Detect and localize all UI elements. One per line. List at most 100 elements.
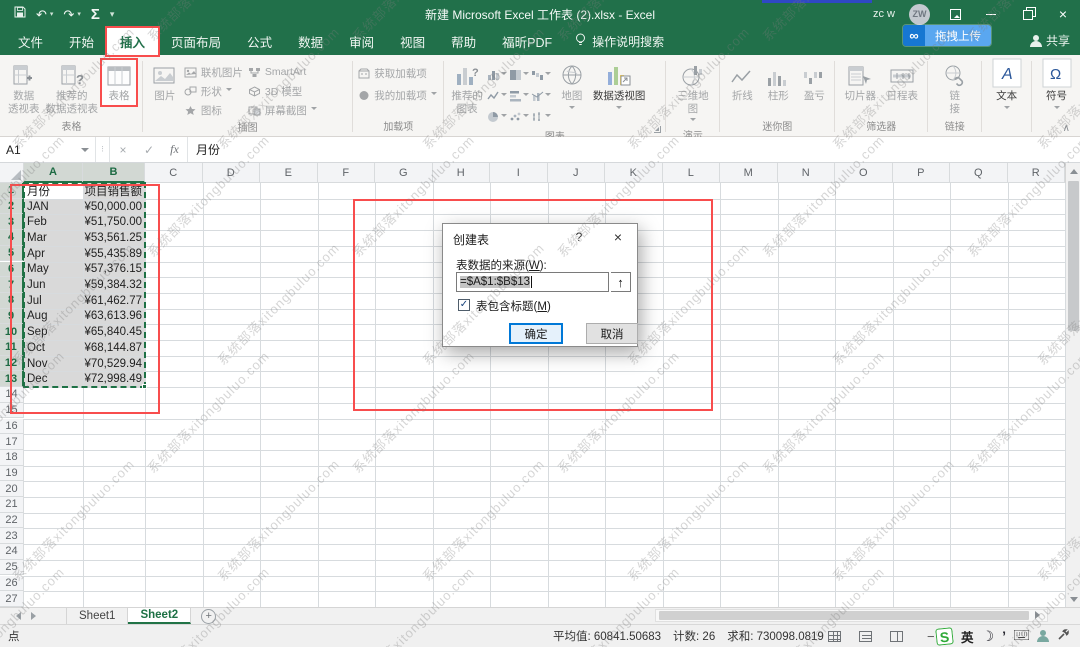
row-header[interactable]: 17 xyxy=(0,434,24,450)
cell[interactable]: Nov xyxy=(24,356,83,372)
ime-language-indicator[interactable]: 英 xyxy=(961,627,974,646)
redo-icon[interactable]: ↷ xyxy=(63,8,74,21)
tab-page-layout[interactable]: 页面布局 xyxy=(158,28,234,55)
cell[interactable]: Feb xyxy=(24,214,83,230)
charts-dialog-launcher-icon[interactable] xyxy=(654,126,661,133)
tab-insert[interactable]: 插入 xyxy=(107,28,158,55)
tab-data[interactable]: 数据 xyxy=(285,28,336,55)
row-header[interactable]: 25 xyxy=(0,560,24,576)
column-header[interactable]: J xyxy=(548,163,606,183)
row-header[interactable]: 8 xyxy=(0,293,24,309)
new-sheet-icon[interactable]: + xyxy=(201,609,216,624)
column-header[interactable]: D xyxy=(203,163,261,183)
maps-button[interactable]: 地图 xyxy=(555,60,589,114)
cell[interactable]: Apr xyxy=(24,246,83,262)
timeline-button[interactable]: 日程表 xyxy=(885,60,921,105)
vertical-scrollbar[interactable] xyxy=(1065,163,1080,607)
confirm-entry-icon[interactable]: ✓ xyxy=(136,137,162,162)
get-addins-button[interactable]: 获取加载项 xyxy=(358,65,427,81)
dialog-close-icon[interactable]: × xyxy=(607,228,629,246)
cell[interactable]: JAN xyxy=(24,199,83,215)
row-header[interactable]: 27 xyxy=(0,591,24,607)
column-header[interactable]: F xyxy=(318,163,376,183)
row-header[interactable]: 21 xyxy=(0,497,24,513)
screenshot-button[interactable]: 屏幕截图 xyxy=(248,102,318,118)
cancel-button[interactable]: 取消 xyxy=(586,323,638,344)
cell[interactable]: Aug xyxy=(24,309,83,325)
cell[interactable]: Mar xyxy=(24,230,83,246)
ribbon-display-options-icon[interactable] xyxy=(944,3,966,25)
sparkline-line-button[interactable]: 折线 xyxy=(725,60,759,105)
zoom-out-icon[interactable]: − xyxy=(927,629,935,644)
cell[interactable]: ¥59,384.32 xyxy=(83,277,145,293)
cell[interactable]: ¥72,998.49 xyxy=(83,371,145,387)
3d-models-button[interactable]: 3D 模型 xyxy=(248,83,318,99)
column-header[interactable]: P xyxy=(893,163,951,183)
icons-button[interactable]: 图标 xyxy=(184,102,246,118)
cell[interactable]: ¥57,376.15 xyxy=(83,262,145,278)
minimize-button[interactable] xyxy=(980,3,1002,25)
save-icon[interactable] xyxy=(14,5,26,23)
bar-chart-button[interactable] xyxy=(509,85,531,106)
recommended-pivottables-button[interactable]: ? 推荐的 数据透视表 xyxy=(44,60,101,117)
symbols-menu-button[interactable]: Ω 符号 xyxy=(1040,60,1074,114)
column-header[interactable]: L xyxy=(663,163,721,183)
ime-keyboard-icon[interactable] xyxy=(1014,630,1029,643)
row-header[interactable]: 26 xyxy=(0,576,24,592)
collapse-dialog-icon[interactable]: ↑ xyxy=(611,272,631,292)
pivottable-button[interactable]: 数据 透视表 xyxy=(6,60,42,117)
pictures-button[interactable]: 图片 xyxy=(148,60,182,105)
row-header[interactable]: 12 xyxy=(0,356,24,372)
stock-chart-button[interactable] xyxy=(531,106,553,127)
has-headers-checkbox[interactable]: ✓ xyxy=(458,299,470,311)
row-header[interactable]: 22 xyxy=(0,513,24,529)
drag-upload-button[interactable]: ∞ 拖拽上传 xyxy=(903,25,991,46)
row-header[interactable]: 11 xyxy=(0,340,24,356)
cell[interactable]: ¥53,561.25 xyxy=(83,230,145,246)
pivotchart-button[interactable]: 数据透视图 xyxy=(591,60,648,114)
column-header[interactable]: M xyxy=(720,163,778,183)
scroll-right-icon[interactable] xyxy=(1035,611,1044,619)
cell[interactable]: Oct xyxy=(24,340,83,356)
formula-bar-handle[interactable]: ⁝ xyxy=(96,137,110,162)
dialog-help-icon[interactable]: ? xyxy=(571,230,587,244)
column-chart-button[interactable] xyxy=(487,64,509,85)
ime-profile-icon[interactable] xyxy=(1037,630,1049,642)
tab-view[interactable]: 视图 xyxy=(387,28,438,55)
column-header[interactable]: E xyxy=(260,163,318,183)
tab-help[interactable]: 帮助 xyxy=(438,28,489,55)
row-header[interactable]: 24 xyxy=(0,544,24,560)
table-button[interactable]: 表格 xyxy=(102,60,136,105)
table-source-input[interactable]: =$A$1:$B$13 xyxy=(456,272,609,292)
column-header[interactable]: G xyxy=(375,163,433,183)
cancel-entry-icon[interactable]: × xyxy=(110,137,136,162)
column-header[interactable]: R xyxy=(1008,163,1066,183)
slicer-button[interactable]: 切片器 xyxy=(843,60,879,105)
cell[interactable]: ¥68,144.87 xyxy=(83,340,145,356)
sparkline-winloss-button[interactable]: 盈亏 xyxy=(797,60,831,105)
customize-qat-icon[interactable]: ▾ xyxy=(110,10,115,19)
line-chart-button[interactable] xyxy=(487,85,509,106)
hierarchy-chart-button[interactable] xyxy=(509,64,531,85)
cell[interactable]: Dec xyxy=(24,371,83,387)
page-layout-view-icon[interactable] xyxy=(859,631,872,642)
waterfall-chart-button[interactable] xyxy=(531,64,553,85)
row-header[interactable]: 15 xyxy=(0,403,24,419)
sogou-ime-icon[interactable]: S xyxy=(935,627,954,646)
row-header[interactable]: 2 xyxy=(0,199,24,215)
undo-icon[interactable]: ↶ xyxy=(36,8,47,21)
row-header[interactable]: 1 xyxy=(0,183,24,199)
sheet-nav-right-icon[interactable] xyxy=(31,612,40,620)
column-header[interactable]: O xyxy=(835,163,893,183)
cell[interactable]: May xyxy=(24,262,83,278)
name-box[interactable]: A1 xyxy=(0,137,96,162)
scroll-up-icon[interactable] xyxy=(1066,163,1080,178)
cell[interactable]: ¥55,435.89 xyxy=(83,246,145,262)
cell[interactable]: ¥50,000.00 xyxy=(83,199,145,215)
vertical-scroll-thumb[interactable] xyxy=(1068,181,1079,331)
tell-me-search[interactable]: 操作说明搜索 xyxy=(575,28,664,55)
row-header[interactable]: 23 xyxy=(0,528,24,544)
cell[interactable]: Sep xyxy=(24,324,83,340)
smartart-button[interactable]: SmartArt xyxy=(248,64,318,80)
column-header[interactable]: N xyxy=(778,163,836,183)
